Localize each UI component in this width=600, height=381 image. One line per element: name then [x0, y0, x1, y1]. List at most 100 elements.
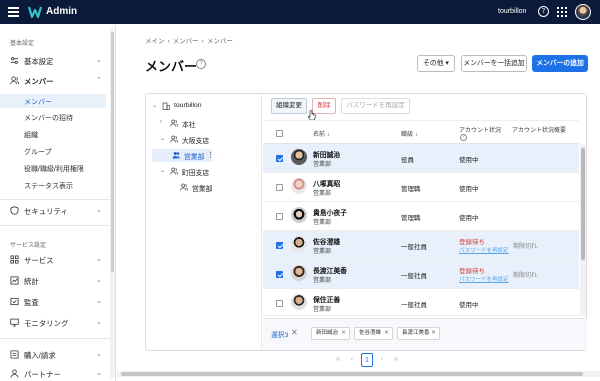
sidebar-subitem-roles[interactable]: 役職/職級/利用権限: [0, 161, 106, 175]
help-icon[interactable]: ?: [460, 134, 467, 141]
change-organization-button[interactable]: 組織変更: [271, 98, 307, 114]
table-row[interactable]: 貴島小夜子 営業部 管理職 使用中: [263, 202, 579, 231]
sidebar-item-audit[interactable]: 監査 ⌄: [0, 295, 110, 309]
help-icon[interactable]: ?: [538, 6, 549, 17]
tree-node-machida-sales[interactable]: 営業部: [170, 181, 250, 194]
breadcrumb-item[interactable]: メイン: [145, 38, 165, 45]
table-row[interactable]: 長渡江美香 営業部 一般社員 登録待ち パスワードを再設定 期限切れ: [263, 260, 579, 289]
close-icon[interactable]: ✕: [431, 328, 436, 339]
tree-node-osaka-branch[interactable]: ⌄ 大阪支店: [160, 133, 257, 146]
chevron-down-icon[interactable]: ⌄: [160, 135, 165, 142]
column-header-name[interactable]: 名前 ↓: [313, 129, 330, 138]
sidebar-subitem-invite[interactable]: メンバーの招待: [0, 110, 106, 124]
breadcrumb-item-current: メンバー: [206, 38, 233, 45]
member-department: 営業部: [313, 278, 332, 284]
row-checkbox[interactable]: [276, 300, 283, 307]
sidebar-subitem-organization[interactable]: 組織: [0, 127, 106, 141]
sidebar-scrollbar-thumb[interactable]: [111, 32, 114, 272]
chevron-right-icon[interactable]: ›: [160, 119, 162, 125]
tree-node-machida-branch[interactable]: ⌄ 町田支店: [160, 165, 257, 178]
select-all-checkbox[interactable]: [276, 130, 283, 137]
first-page-button[interactable]: «: [332, 353, 344, 367]
horizontal-scrollbar-thumb[interactable]: [121, 372, 583, 376]
table-scrollbar[interactable]: [580, 144, 586, 316]
partner-icon: [10, 369, 19, 378]
add-member-button[interactable]: メンバーの追加: [532, 55, 588, 72]
member-name[interactable]: 保住正善: [313, 294, 340, 304]
column-header-position[interactable]: 職級 ↓: [401, 129, 418, 138]
close-icon[interactable]: ✕: [341, 328, 346, 339]
tree-node-headquarters[interactable]: › 本社: [160, 117, 257, 130]
tree-node-osaka-sales[interactable]: 営業部 ⋮: [152, 149, 214, 162]
member-name[interactable]: 八塚真昭: [313, 178, 340, 188]
sidebar-item-partner[interactable]: パートナー ⌄: [0, 367, 110, 381]
sidebar-item-security[interactable]: セキュリティ ⌄: [0, 204, 110, 218]
sidebar-section-basic: 基本設定: [10, 41, 35, 47]
member-name[interactable]: 貴島小夜子: [313, 207, 347, 217]
user-avatar[interactable]: [575, 4, 591, 20]
row-checkbox[interactable]: [276, 213, 283, 220]
sidebar-item-label: サービス: [24, 256, 54, 265]
sidebar-subitem-group[interactable]: グループ: [0, 144, 106, 158]
row-checkbox[interactable]: [276, 242, 283, 249]
next-page-button[interactable]: ›: [376, 353, 388, 367]
column-header-account-status[interactable]: アカウント状況: [459, 125, 501, 134]
bulk-add-members-button[interactable]: メンバーを一括追加: [461, 55, 527, 72]
chevron-down-icon[interactable]: ⌄: [160, 167, 165, 174]
chevron-down-icon: ⌄: [96, 351, 102, 358]
reset-password-button[interactable]: パスワードを再設定: [341, 98, 410, 114]
breadcrumb-item[interactable]: メンバー: [173, 38, 199, 45]
sidebar-item-basic-settings[interactable]: 基本設定 ⌄: [0, 54, 110, 68]
avatar: [291, 207, 307, 223]
more-options-icon[interactable]: ⋮: [207, 151, 214, 159]
help-icon[interactable]: ?: [196, 59, 206, 69]
sidebar-item-label: 統計: [24, 277, 39, 286]
sidebar-item-members[interactable]: メンバー ⌃: [0, 74, 110, 88]
chevron-down-icon: ⌄: [96, 298, 102, 305]
sidebar-subitem-status-display[interactable]: ステータス表示: [0, 178, 106, 192]
page-horizontal-scrollbar[interactable]: [117, 371, 600, 377]
app-logo-icon[interactable]: [28, 5, 42, 19]
app-title[interactable]: Admin: [46, 6, 77, 17]
org-tree: ⌄ tourbillon › 本社 ⌄ 大阪支店 営業部 ⋮ ⌄ 町田支店 営業…: [146, 94, 262, 350]
tenant-name[interactable]: tourbillon: [498, 8, 526, 15]
sidebar-divider: [0, 338, 110, 339]
sidebar-item-purchase-billing[interactable]: 購入/請求 ⌄: [0, 348, 110, 362]
current-page-button[interactable]: 1: [361, 353, 373, 367]
table-row[interactable]: 八塚真昭 営業部 管理職 使用中: [263, 173, 579, 202]
column-header-status-overview[interactable]: アカウント状況概要: [512, 125, 566, 134]
hamburger-menu-icon[interactable]: [8, 7, 19, 17]
sidebar-item-statistics[interactable]: 統計 ⌄: [0, 274, 110, 288]
member-name[interactable]: 佐谷澄雄: [313, 236, 340, 246]
tree-node-root[interactable]: ⌄ tourbillon: [152, 100, 257, 113]
avatar: [291, 265, 307, 281]
breadcrumb-separator: ›: [201, 38, 204, 45]
table-row[interactable]: 佐谷澄雄 営業部 一般社員 登録待ち パスワードを再設定 期限切れ: [263, 231, 579, 260]
member-name[interactable]: 長渡江美香: [313, 265, 347, 275]
last-page-button[interactable]: »: [390, 353, 402, 367]
row-checkbox[interactable]: [276, 155, 283, 162]
reset-password-link[interactable]: パスワードを再設定: [459, 275, 509, 283]
chevron-down-icon: ⌄: [96, 319, 102, 326]
reset-password-link[interactable]: パスワードを再設定: [459, 246, 509, 254]
sidebar-item-service[interactable]: サービス ⌄: [0, 253, 110, 267]
chart-icon: [10, 276, 19, 285]
chevron-down-icon[interactable]: ⌄: [152, 102, 157, 109]
member-position: 一般社員: [401, 273, 427, 280]
member-name[interactable]: 新田誠治: [313, 149, 340, 159]
shield-icon: [10, 206, 19, 215]
table-row[interactable]: 保住正善 営業部 一般社員 使用中: [263, 289, 579, 316]
other-menu-button[interactable]: その他 ▾: [417, 55, 455, 72]
table-row[interactable]: 新田誠治 営業部 役員 使用中: [263, 144, 579, 173]
previous-page-button[interactable]: ‹: [346, 353, 358, 367]
close-icon[interactable]: ✕: [384, 328, 389, 339]
table-scrollbar-thumb[interactable]: [581, 148, 585, 260]
row-checkbox[interactable]: [276, 271, 283, 278]
sidebar-subitem-members[interactable]: メンバー: [0, 94, 106, 108]
row-checkbox[interactable]: [276, 184, 283, 191]
sidebar-item-label: 監査: [24, 298, 39, 307]
member-position: 役員: [401, 157, 414, 164]
clear-selection-icon[interactable]: ✕: [291, 328, 298, 337]
app-grid-icon[interactable]: [557, 7, 567, 17]
sidebar-item-monitoring[interactable]: モニタリング ⌄: [0, 316, 110, 330]
